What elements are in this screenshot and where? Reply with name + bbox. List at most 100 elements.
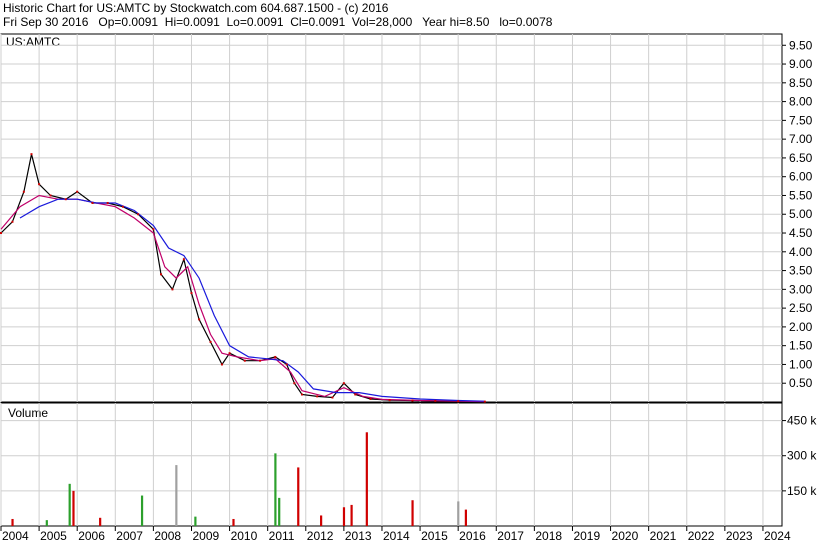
close-marker <box>121 205 124 208</box>
x-tick-label: 2006 <box>78 529 105 543</box>
close-marker <box>369 397 372 400</box>
y-tick-label: 6.50 <box>789 151 813 165</box>
y-tick-label: 4.50 <box>789 226 813 240</box>
x-tick-label: 2013 <box>345 529 372 543</box>
y-tick-label: 3.50 <box>789 264 813 278</box>
volume-bar <box>274 453 277 526</box>
x-tick-label: 2019 <box>573 529 600 543</box>
x-tick-label: 2010 <box>231 529 258 543</box>
symbol-label: US:AMTC <box>6 35 60 49</box>
x-tick-label: 2020 <box>612 529 639 543</box>
chart-container: Historic Chart for US:AMTC by Stockwatch… <box>0 0 830 543</box>
y-tick-label: 0.50 <box>789 376 813 390</box>
close-marker <box>354 393 357 396</box>
close-marker <box>259 359 262 362</box>
close-marker <box>293 382 296 385</box>
close-marker <box>64 198 67 201</box>
volume-bar <box>350 504 353 526</box>
close-marker <box>22 190 25 193</box>
close-marker <box>300 393 303 396</box>
y-tick-label: 8.00 <box>789 95 813 109</box>
close-marker <box>342 382 345 385</box>
close-marker <box>274 355 277 358</box>
price-panel <box>0 33 783 403</box>
volume-bar <box>175 465 178 526</box>
close-marker <box>91 201 94 204</box>
close-marker <box>49 194 52 197</box>
close-marker <box>457 400 460 403</box>
close-marker <box>30 153 33 156</box>
volume-bar <box>365 432 368 526</box>
y-ticks: 0.50 1.00 1.50 2.00 2.50 3.00 3.50 4.00 4.50 5.00… <box>782 38 817 498</box>
x-tick-label: 2022 <box>688 529 715 543</box>
volume-panel <box>0 402 783 527</box>
x-tick-label: 2009 <box>192 529 219 543</box>
close-marker <box>76 190 79 193</box>
volume-tick-label: 450 k <box>787 414 817 428</box>
close-marker <box>434 399 437 402</box>
volume-bar <box>278 497 281 526</box>
x-tick-label: 2008 <box>154 529 181 543</box>
x-ticks: 2004 2005 2006 2007 2008 2009 2010 2011 2012 2013… <box>0 526 791 543</box>
volume-bar <box>342 507 346 526</box>
volume-bar <box>320 515 323 526</box>
y-tick-label: 4.00 <box>789 245 813 259</box>
y-tick-label: 2.50 <box>789 301 813 315</box>
x-tick-label: 2015 <box>421 529 448 543</box>
y-tick-label: 6.00 <box>789 170 813 184</box>
y-tick-label: 5.50 <box>789 188 813 202</box>
close-marker <box>0 232 2 235</box>
x-tick-label: 2011 <box>269 529 295 543</box>
y-tick-label: 8.50 <box>789 76 813 90</box>
close-marker <box>38 183 41 186</box>
close-marker <box>106 201 109 204</box>
volume-bar <box>11 518 14 526</box>
close-marker <box>228 352 231 355</box>
volume-bar <box>68 483 71 526</box>
close-marker <box>411 399 414 402</box>
y-tick-label: 7.50 <box>789 113 813 127</box>
volume-bar <box>411 500 414 526</box>
close-marker <box>182 258 185 261</box>
x-tick-label: 2018 <box>535 529 562 543</box>
volume-label: Volume <box>8 406 48 420</box>
close-marker <box>483 400 486 403</box>
volume-bar <box>140 495 144 526</box>
y-tick-label: 9.00 <box>789 57 813 71</box>
x-tick-label: 2012 <box>307 529 334 543</box>
x-tick-label: 2024 <box>764 529 791 543</box>
volume-bar <box>194 516 197 526</box>
volume-bar <box>457 501 460 526</box>
x-tick-label: 2017 <box>497 529 524 543</box>
close-marker <box>171 288 174 291</box>
volume-bar <box>45 520 48 526</box>
close-marker <box>190 292 193 295</box>
y-tick-label: 3.00 <box>789 282 813 296</box>
y-tick-label: 9.50 <box>789 38 813 52</box>
chart-svg: US:AMTC Volume 0.50 1.00 1.50 2.00 2.50 3.00 3… <box>0 33 817 543</box>
volume-bar <box>464 509 467 526</box>
close-marker <box>316 395 319 398</box>
close-marker <box>285 363 288 366</box>
x-tick-label: 2007 <box>116 529 143 543</box>
x-tick-label: 2004 <box>2 529 29 543</box>
x-tick-label: 2016 <box>459 529 486 543</box>
y-tick-label: 2.00 <box>789 320 813 334</box>
close-marker <box>243 359 246 362</box>
close-marker <box>209 340 212 343</box>
close-marker <box>160 273 163 276</box>
volume-bar <box>297 467 300 526</box>
x-tick-label: 2023 <box>726 529 753 543</box>
close-marker <box>152 228 155 231</box>
close-marker <box>198 318 201 321</box>
volume-tick-label: 150 k <box>787 484 817 498</box>
close-marker <box>388 399 391 402</box>
volume-bar <box>232 518 235 526</box>
volume-bar <box>99 517 102 526</box>
y-tick-label: 1.00 <box>789 357 813 371</box>
close-marker <box>331 396 334 399</box>
y-tick-label: 5.00 <box>789 207 813 221</box>
y-tick-label: 7.00 <box>789 132 813 146</box>
close-marker <box>137 213 140 216</box>
x-tick-label: 2021 <box>650 529 677 543</box>
